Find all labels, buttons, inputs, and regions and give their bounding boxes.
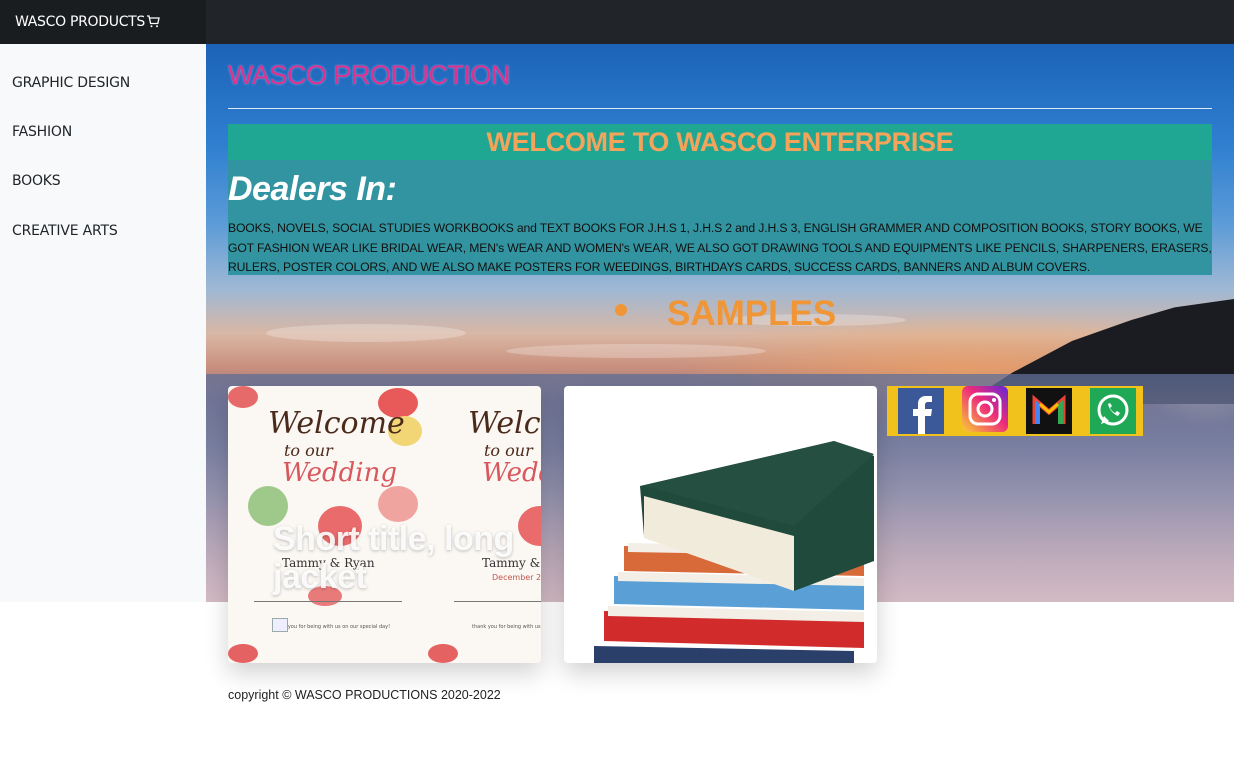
welcome-banner: WELCOME TO WASCO ENTERPRISE	[228, 124, 1212, 160]
broken-image-icon	[272, 618, 288, 632]
gmail-icon[interactable]	[1026, 388, 1072, 434]
footer-copyright: copyright © WASCO PRODUCTIONS 2020-2022	[228, 688, 501, 702]
sidebar-item-books[interactable]: BOOKS	[12, 173, 61, 189]
dealers-heading: Dealers In:	[228, 170, 397, 208]
sidebar-item-fashion[interactable]: FASHION	[12, 124, 72, 140]
sample-card-books[interactable]	[564, 386, 877, 663]
page-title: WASCO PRODUCTION	[228, 60, 511, 90]
cart-icon[interactable]	[146, 2, 160, 46]
bullet-icon	[615, 304, 627, 316]
dealers-description: BOOKS, NOVELS, SOCIAL STUDIES WORKBOOKS …	[228, 221, 1212, 274]
invitation-welcome-text: Welcome	[268, 406, 405, 441]
brand-link[interactable]: WASCO PRODUCTS	[0, 0, 206, 44]
title-divider	[228, 108, 1212, 109]
samples-heading: SAMPLES	[615, 294, 836, 334]
card-caption: Short title, long jacket	[273, 520, 514, 596]
samples-label: SAMPLES	[667, 294, 837, 333]
sidebar-item-creative-arts[interactable]: CREATIVE ARTS	[12, 223, 118, 239]
invitation-thanks: thank you for being with us on our speci…	[272, 624, 391, 630]
facebook-icon[interactable]	[898, 388, 944, 434]
instagram-icon[interactable]	[962, 386, 1008, 432]
brand-label: WASCO PRODUCTS	[15, 14, 146, 30]
sidebar: GRAPHIC DESIGN FASHION BOOKS CREATIVE AR…	[0, 44, 206, 602]
whatsapp-icon[interactable]	[1090, 388, 1136, 434]
invitation-wedding-text: Wedding	[282, 458, 397, 488]
social-links-bar	[887, 386, 1143, 436]
stack-of-books-image	[594, 441, 874, 663]
sidebar-item-graphic-design[interactable]: GRAPHIC DESIGN	[12, 75, 130, 91]
